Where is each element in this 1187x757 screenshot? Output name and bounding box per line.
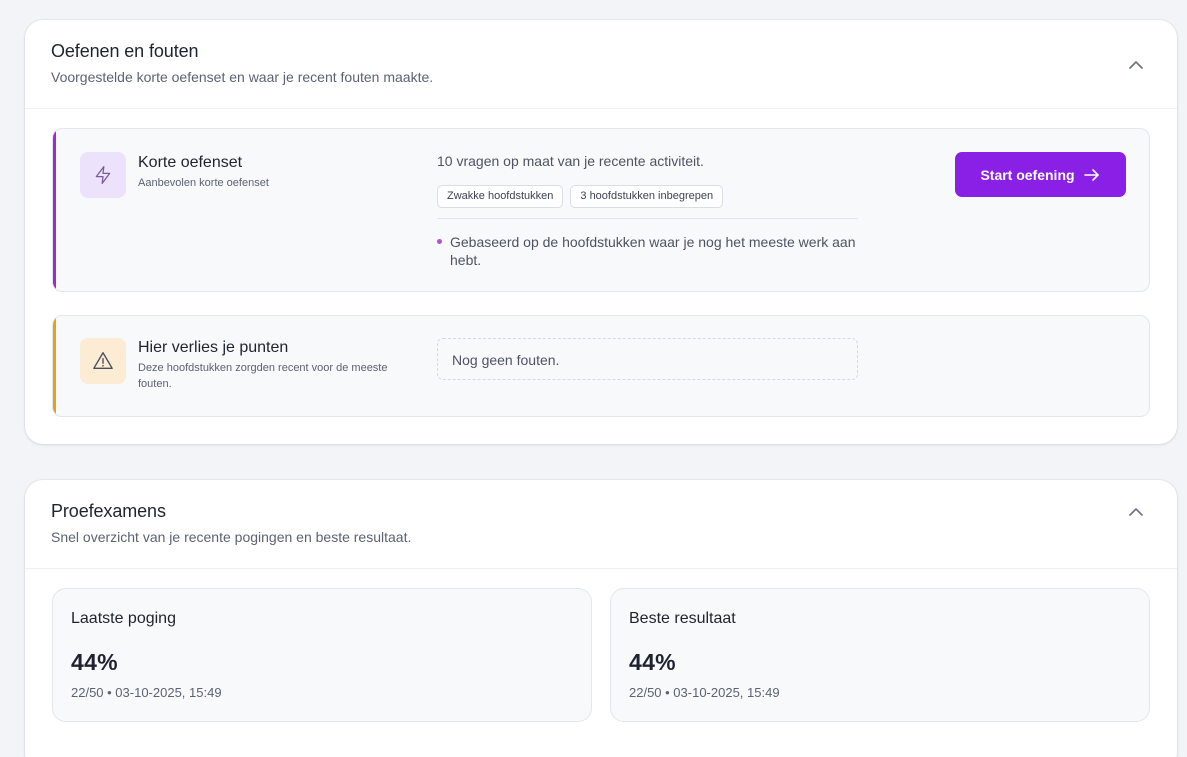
start-practice-label: Start oefening bbox=[980, 166, 1075, 183]
chevron-up-icon[interactable] bbox=[1127, 503, 1145, 521]
quiz-subtitle: Aanbevolen korte oefenset bbox=[138, 177, 269, 189]
best-result-card: Beste resultaat 44% 22/50 • 03-10-2025, … bbox=[610, 588, 1150, 722]
tag-weak-chapters: Zwakke hoofdstukken bbox=[437, 185, 564, 208]
quiz-accent-bar bbox=[53, 129, 56, 291]
chevron-up-icon[interactable] bbox=[1127, 56, 1145, 74]
bullet-dot bbox=[437, 239, 442, 244]
latest-attempt-card: Laatste poging 44% 22/50 • 03-10-2025, 1… bbox=[52, 588, 592, 722]
loss-subtitle: Deze hoofdstukken zorgden recent voor de… bbox=[138, 362, 388, 390]
quiz-icon-box bbox=[80, 152, 126, 198]
practice-section-title: Oefenen en fouten bbox=[51, 41, 199, 61]
quick-quiz-panel: Korte oefenset Aanbevolen korte oefenset… bbox=[52, 128, 1150, 292]
warning-triangle-icon bbox=[93, 352, 113, 370]
best-result-label: Beste resultaat bbox=[629, 610, 736, 627]
best-result-meta: 22/50 • 03-10-2025, 15:49 bbox=[629, 685, 780, 700]
quiz-bullet-text: Gebaseerd op de hoofdstukken waar je nog… bbox=[450, 234, 856, 268]
no-mistakes-placeholder: Nog geen fouten. bbox=[437, 338, 858, 380]
quiz-description: 10 vragen op maat van je recente activit… bbox=[437, 153, 704, 169]
practice-section-subtitle: Voorgestelde korte oefenset en waar je r… bbox=[51, 69, 434, 85]
start-practice-button[interactable]: Start oefening bbox=[955, 152, 1126, 197]
latest-attempt-meta: 22/50 • 03-10-2025, 15:49 bbox=[71, 685, 222, 700]
exams-section-subtitle: Snel overzicht van je recente pogingen e… bbox=[51, 529, 412, 545]
quiz-title: Korte oefenset bbox=[138, 154, 243, 171]
exams-section-card: Proefexamens Snel overzicht van je recen… bbox=[25, 480, 1177, 757]
exams-section-title: Proefexamens bbox=[51, 501, 166, 521]
loss-icon-box bbox=[80, 338, 126, 384]
practice-section-header[interactable]: Oefenen en fouten Voorgestelde korte oef… bbox=[25, 20, 1177, 109]
arrow-right-icon bbox=[1083, 168, 1099, 181]
tag-chapters-included: 3 hoofdstukken inbegrepen bbox=[570, 185, 724, 208]
loss-accent-bar bbox=[53, 316, 56, 416]
quiz-divider bbox=[437, 218, 858, 219]
latest-attempt-score: 44% bbox=[71, 649, 118, 675]
quiz-bullet: Gebaseerd op de hoofdstukken waar je nog… bbox=[437, 233, 867, 269]
best-result-score: 44% bbox=[629, 649, 676, 675]
latest-attempt-label: Laatste poging bbox=[71, 610, 176, 627]
quiz-tags: Zwakke hoofdstukken 3 hoofdstukken inbeg… bbox=[437, 185, 724, 208]
loss-title: Hier verlies je punten bbox=[138, 339, 289, 356]
lightning-icon bbox=[95, 166, 111, 184]
practice-section-card: Oefenen en fouten Voorgestelde korte oef… bbox=[25, 20, 1177, 444]
points-loss-panel: Hier verlies je punten Deze hoofdstukken… bbox=[52, 315, 1150, 417]
exams-section-header[interactable]: Proefexamens Snel overzicht van je recen… bbox=[25, 480, 1177, 569]
